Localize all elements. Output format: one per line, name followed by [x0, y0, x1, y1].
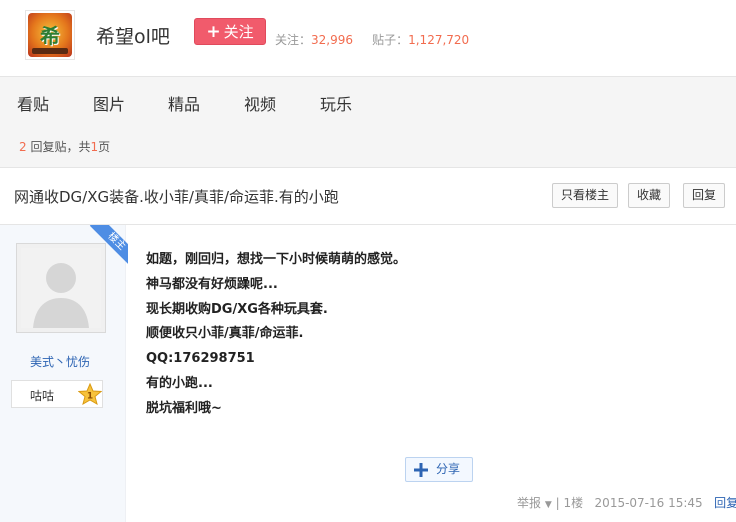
thread-title-bar: 网通收DG/XG装备.收小菲/真菲/命运菲.有的小跑 只看楼主 收藏 回复 — [0, 168, 736, 225]
nav-item-videos[interactable]: 视频 — [244, 91, 276, 115]
report-link[interactable]: 举报 ▼ — [517, 496, 552, 510]
nav-item-featured[interactable]: 精品 — [168, 91, 200, 115]
reply-count-bar: 2 回复贴，共1页 — [0, 123, 736, 168]
post-line: 现长期收购DG/XG各种玩具套. — [146, 301, 328, 317]
forum-nav: 看贴 图片 精品 视频 玩乐 — [0, 76, 736, 124]
forum-logo-image: 希 — [28, 13, 72, 57]
level-number: 1 — [87, 392, 93, 402]
post-line: 如题，刚回归，想找一下小时候萌萌的感觉。 — [146, 252, 407, 267]
share-plus-icon — [414, 463, 428, 477]
post-content: 如题，刚回归，想找一下小时候萌萌的感觉。 神马都没有好烦躁呢... 现长期收购D… — [146, 248, 406, 422]
plus-icon: + — [206, 22, 221, 42]
follow-label: 关注 — [223, 23, 254, 41]
post-line: 脱坑福利哦~ — [146, 400, 222, 416]
followers-count: 32,996 — [311, 33, 354, 47]
author-username[interactable]: 美式丶忧伤 — [0, 353, 120, 370]
op-corner-badge: 楼主 — [88, 225, 128, 265]
favorite-button[interactable]: 收藏 — [628, 183, 670, 208]
post-time: 2015-07-16 15:45 — [594, 496, 703, 510]
forum-header: 希 希望ol吧 + 关注 关注：32,996 贴子：1,127,720 — [0, 0, 736, 76]
post-meta: 举报 ▼ | 1楼 2015-07-16 15:45 回复 — [517, 494, 736, 511]
reply-count-suffix: 回复贴，共 — [26, 140, 91, 154]
forum-name[interactable]: 希望ol吧 — [96, 22, 170, 49]
forum-logo[interactable]: 希 — [25, 10, 75, 60]
post-reply-link[interactable]: 回复 — [714, 496, 736, 510]
share-button[interactable]: 分享 — [405, 457, 473, 482]
nav-item-images[interactable]: 图片 — [93, 91, 125, 115]
page-count-suffix: 页 — [98, 140, 111, 154]
level-name: 咕咕 — [30, 389, 55, 403]
post-line: QQ:176298751 — [146, 351, 255, 367]
level-star-icon: 1 — [78, 383, 102, 405]
post-line: 顺便收只小菲/真菲/命运菲. — [146, 326, 304, 342]
only-op-button[interactable]: 只看楼主 — [552, 183, 618, 208]
author-level[interactable]: 咕咕 1 — [11, 380, 103, 408]
follow-button[interactable]: + 关注 — [194, 18, 266, 45]
reply-count: 2 回复贴，共1页 — [19, 138, 110, 155]
logo-glyph: 希 — [40, 24, 60, 48]
post-line: 神马都没有好烦躁呢... — [146, 276, 278, 292]
posts-count: 1,127,720 — [408, 33, 470, 47]
chevron-down-icon: ▼ — [544, 500, 552, 510]
share-label: 分享 — [436, 462, 461, 476]
nav-item-posts[interactable]: 看贴 — [17, 91, 49, 115]
page-count-number: 1 — [90, 140, 99, 154]
reply-button[interactable]: 回复 — [683, 183, 725, 208]
forum-stats: 关注：32,996 贴子：1,127,720 — [275, 31, 469, 48]
followers-label: 关注： — [275, 33, 312, 47]
post-line: 有的小跑... — [146, 375, 213, 391]
reply-count-number: 2 — [19, 140, 27, 154]
posts-label: 贴子： — [372, 33, 409, 47]
author-sidebar: 美式丶忧伤 咕咕 1 — [0, 225, 126, 522]
floor-number: 1楼 — [563, 496, 584, 510]
op-badge-label: 楼主 — [89, 225, 128, 265]
thread-title: 网通收DG/XG装备.收小菲/真菲/命运菲.有的小跑 — [14, 188, 339, 206]
logo-banner — [32, 48, 68, 54]
nav-item-fun[interactable]: 玩乐 — [320, 91, 352, 115]
